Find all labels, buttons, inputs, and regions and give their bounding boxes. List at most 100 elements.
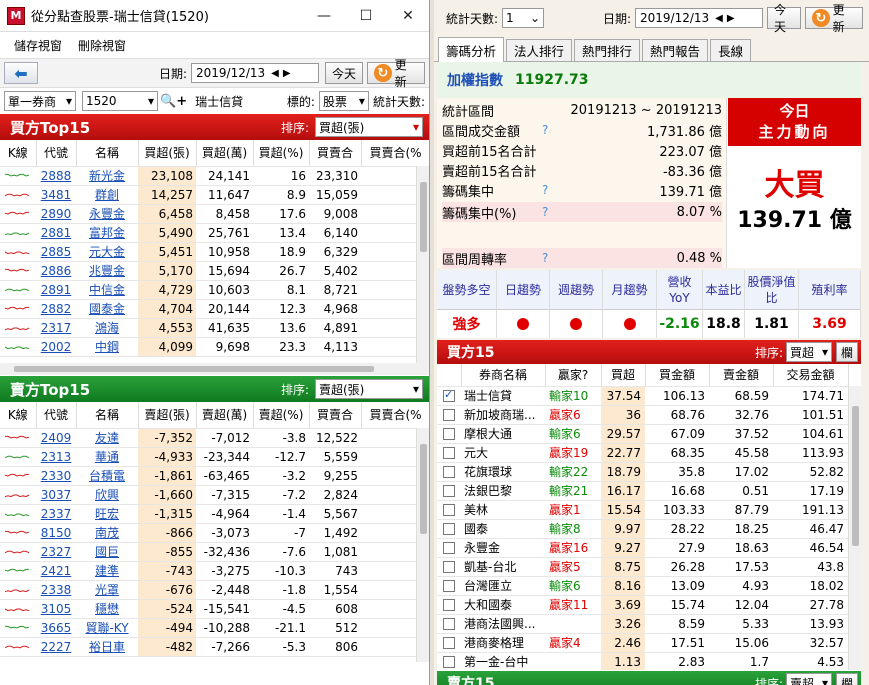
kline-cell[interactable]	[0, 466, 36, 486]
stock-name-link[interactable]: 華通	[76, 447, 138, 467]
table-row[interactable]: 元大 贏家19 22.77 68.35 45.58 113.93	[437, 443, 848, 463]
table-row[interactable]: 瑞士信貸輸家1037.54106.1368.59174.71	[437, 386, 848, 406]
checkbox-cell[interactable]	[437, 500, 461, 520]
stock-code-link[interactable]: 2886	[36, 261, 76, 281]
stock-code-link[interactable]: 3037	[36, 485, 76, 505]
table-row[interactable]: 2317 鴻海 4,553 41,635 13.6 4,891	[0, 318, 429, 338]
columns-button[interactable]: 欄	[836, 673, 858, 685]
broker-name-cell[interactable]: 永豐金	[461, 538, 545, 558]
buy15-sort-select[interactable]: 買超 ▾	[786, 342, 832, 362]
column-header[interactable]	[437, 364, 462, 387]
kline-cell[interactable]	[0, 337, 36, 357]
kline-sparkline-icon[interactable]	[5, 452, 31, 462]
refresh-button[interactable]: ↻ 更新	[367, 58, 425, 89]
kline-cell[interactable]	[0, 561, 36, 581]
broker-name-cell[interactable]: 法銀巴黎	[461, 481, 545, 501]
sell-sort-select[interactable]: 賣超(張) ▾	[315, 379, 423, 399]
stock-name-link[interactable]: 兆豐金	[76, 261, 138, 281]
broker-name-cell[interactable]: 摩根大通	[461, 424, 545, 444]
help-icon[interactable]: ?	[542, 183, 562, 197]
close-button[interactable]: ✕	[387, 0, 429, 32]
table-row[interactable]: 第一金-台中 1.13 2.83 1.7 4.53	[437, 652, 848, 670]
stock-code-link[interactable]: 2891	[36, 280, 76, 300]
stock-code-link[interactable]: 2890	[36, 204, 76, 224]
stock-name-link[interactable]: 建準	[76, 561, 138, 581]
kline-cell[interactable]	[0, 428, 36, 448]
table-row[interactable]: 港商麥格理 贏家4 2.46 17.51 15.06 32.57	[437, 633, 848, 653]
broker-name-cell[interactable]: 瑞士信貸	[461, 386, 545, 406]
stock-name-link[interactable]: 友達	[76, 428, 138, 448]
checkbox-cell[interactable]	[437, 519, 461, 539]
back-button[interactable]: ⬅	[4, 62, 38, 84]
stock-code-link[interactable]: 2330	[36, 466, 76, 486]
table-row[interactable]: 2330 台積電 -1,861 -63,465 -3.2 9,255	[0, 466, 429, 486]
checkbox-cell[interactable]	[437, 633, 461, 653]
kline-sparkline-icon[interactable]	[5, 604, 31, 614]
kline-cell[interactable]	[0, 542, 36, 562]
kline-sparkline-icon[interactable]	[5, 490, 31, 500]
column-header[interactable]: 買賣合(%	[361, 140, 429, 167]
tab-long-term[interactable]: 長線	[710, 39, 752, 61]
broker-name-cell[interactable]: 花旗環球	[461, 462, 545, 482]
table-row[interactable]: 2227 裕日車 -482 -7,266 -5.3 806	[0, 637, 429, 657]
table-row[interactable]: 8150 南茂 -866 -3,073 -7 1,492	[0, 523, 429, 543]
broker-name-cell[interactable]: 國泰	[461, 519, 545, 539]
column-header[interactable]: 贏家?	[545, 364, 602, 387]
kline-cell[interactable]	[0, 261, 36, 281]
target-select[interactable]: 股票 ▾	[318, 91, 369, 111]
checkbox-cell[interactable]	[437, 576, 461, 596]
broker-name-cell[interactable]: 台灣匯立	[461, 576, 545, 596]
column-header[interactable]: 名稱	[76, 140, 139, 167]
columns-button[interactable]: 欄	[836, 342, 858, 362]
maximize-button[interactable]: ☐	[345, 0, 387, 32]
kline-sparkline-icon[interactable]	[5, 323, 31, 333]
kline-sparkline-icon[interactable]	[5, 247, 31, 257]
stock-code-link[interactable]: 2885	[36, 242, 76, 262]
stock-code-link[interactable]: 3105	[36, 599, 76, 619]
broker-name-cell[interactable]: 大和國泰	[461, 595, 545, 615]
kline-cell[interactable]	[0, 280, 36, 300]
stock-code-link[interactable]: 3665	[36, 618, 76, 638]
stock-name-link[interactable]: 國泰金	[76, 299, 138, 319]
row-checkbox[interactable]	[443, 447, 455, 459]
kline-sparkline-icon[interactable]	[5, 528, 31, 538]
kline-cell[interactable]	[0, 185, 36, 205]
column-header[interactable]: K線	[0, 402, 37, 429]
table-row[interactable]: 花旗環球 輸家22 18.79 35.8 17.02 52.82	[437, 462, 848, 482]
broker-name-cell[interactable]: 港商麥格理	[461, 633, 545, 653]
stock-code-link[interactable]: 2338	[36, 580, 76, 600]
kline-sparkline-icon[interactable]	[5, 266, 31, 276]
kline-cell[interactable]	[0, 599, 36, 619]
column-header[interactable]: 買超(萬)	[196, 140, 254, 167]
stock-name-link[interactable]: 中鋼	[76, 337, 138, 357]
kline-sparkline-icon[interactable]	[5, 190, 31, 200]
column-header[interactable]: K線	[0, 140, 37, 167]
column-header[interactable]: 代號	[36, 140, 77, 167]
checkbox-cell[interactable]	[437, 462, 461, 482]
table-row[interactable]: 港商法國興... 3.26 8.59 5.33 13.93	[437, 614, 848, 634]
help-icon[interactable]: ?	[542, 123, 562, 137]
kline-sparkline-icon[interactable]	[5, 342, 31, 352]
kline-sparkline-icon[interactable]	[5, 547, 31, 557]
table-row[interactable]: 2338 光罩 -676 -2,448 -1.8 1,554	[0, 580, 429, 600]
broker-code-select[interactable]: 1520 ▾	[82, 91, 158, 111]
stock-code-link[interactable]: 2002	[36, 337, 76, 357]
right-date-picker[interactable]: 2019/12/13 ◀ ▶	[635, 8, 763, 28]
kline-sparkline-icon[interactable]	[5, 585, 31, 595]
table-row[interactable]: 國泰 輸家8 9.97 28.22 18.25 46.47	[437, 519, 848, 539]
buy-vscrollbar[interactable]	[416, 166, 429, 363]
kline-sparkline-icon[interactable]	[5, 433, 31, 443]
column-header[interactable]: 買超(張)	[138, 140, 197, 167]
table-row[interactable]: 2421 建準 -743 -3,275 -10.3 743	[0, 561, 429, 581]
checkbox-cell[interactable]	[437, 386, 461, 406]
stock-code-link[interactable]: 2882	[36, 299, 76, 319]
prev-date-icon[interactable]: ◀	[271, 68, 279, 79]
refresh-button[interactable]: ↻ 更新	[805, 3, 863, 34]
kline-cell[interactable]	[0, 485, 36, 505]
stock-name-link[interactable]: 穩懋	[76, 599, 138, 619]
table-row[interactable]: 凱基-台北 贏家5 8.75 26.28 17.53 43.8	[437, 557, 848, 577]
next-date-icon[interactable]: ▶	[727, 13, 735, 24]
kline-sparkline-icon[interactable]	[5, 642, 31, 652]
column-header[interactable]: 賣超(萬)	[196, 402, 254, 429]
stock-code-link[interactable]: 8150	[36, 523, 76, 543]
